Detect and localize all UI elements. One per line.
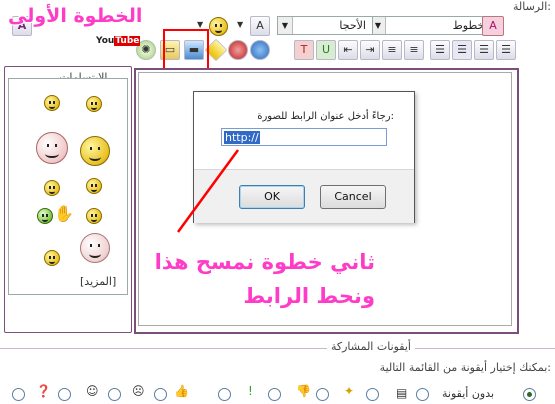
dialog-prompt: رجاءً أدخل عنوان الرابط للصورة: — [257, 111, 394, 122]
icon-radio[interactable] — [218, 388, 231, 401]
hand-icon[interactable]: ✋ — [54, 204, 74, 223]
emoticon-icon[interactable]: A — [482, 16, 504, 36]
chevron-down-icon[interactable]: ▼ — [237, 20, 243, 29]
sad-face-icon: ☹ — [132, 384, 145, 398]
thumbs-down-icon: 👎 — [296, 384, 311, 398]
youtube-icon[interactable]: YouTube — [96, 36, 141, 46]
icon-radio[interactable] — [366, 388, 379, 401]
thumbs-up-icon: 👍 — [174, 384, 189, 398]
section-divider — [0, 348, 555, 349]
icon-radio[interactable] — [12, 388, 25, 401]
unordered-list-icon[interactable]: ≡ — [382, 40, 402, 60]
size-select[interactable]: ▼ الأحجا — [277, 16, 373, 35]
ordered-list-icon[interactable]: ≡ — [404, 40, 424, 60]
align-center-icon[interactable]: ☰ — [474, 40, 494, 60]
step-one-annotation: الخطوة الأولى — [8, 5, 143, 27]
font-select[interactable]: ▼ الخطوط — [370, 16, 498, 35]
icon-radio[interactable] — [268, 388, 281, 401]
icon-radio[interactable] — [58, 388, 71, 401]
big-smiley-icon[interactable] — [80, 136, 110, 166]
icon-radio[interactable] — [154, 388, 167, 401]
smile-face-icon: ☺ — [86, 384, 99, 398]
globe-icon[interactable] — [250, 40, 270, 60]
more-smilies-link[interactable]: [المزيد] — [80, 275, 116, 288]
font-color-icon[interactable]: A — [250, 16, 270, 36]
chevron-down-icon: ▼ — [278, 17, 293, 34]
outdent-icon[interactable]: ⇤ — [338, 40, 358, 60]
post-icons-description: بمكنك إختيار أيقونة من القائمة التالية: — [379, 361, 551, 374]
annotation-arrow — [176, 149, 240, 233]
smilies-box — [8, 78, 128, 295]
love-smiley-icon[interactable] — [36, 132, 68, 164]
justify-icon[interactable]: ☰ — [430, 40, 450, 60]
smiley-icon[interactable] — [209, 17, 228, 36]
lightbulb-icon: ✦ — [344, 384, 355, 398]
align-left-icon[interactable]: ☰ — [452, 40, 472, 60]
document-icon: ▤ — [396, 386, 408, 400]
smiley-icon[interactable] — [86, 208, 102, 224]
icon-radio[interactable] — [316, 388, 329, 401]
step-two-annotation: ثاني خطوة نمسح هذا ونحط الرابط — [154, 250, 375, 308]
no-icon-radio[interactable] — [523, 388, 536, 401]
email-icon[interactable] — [228, 40, 248, 60]
icon-radio[interactable] — [108, 388, 121, 401]
post-icons-legend: أيقونات المشاركة — [326, 340, 415, 353]
cancel-button[interactable]: Cancel — [320, 185, 386, 209]
align-right-icon[interactable]: ☰ — [496, 40, 516, 60]
smiley-icon[interactable] — [44, 95, 60, 111]
toolbar-row-2: ☰ ☰ ☰ ☰ ≡ ≡ ⇥ ⇤ U T ▬ ▭ ✺ YouTube — [12, 36, 517, 62]
exclamation-icon: ! — [248, 384, 253, 398]
blush-smiley-icon[interactable] — [80, 233, 110, 263]
icon-radio[interactable] — [416, 388, 429, 401]
no-icon-label: بدون أيقونة — [442, 387, 495, 400]
smiley-icon[interactable] — [44, 250, 60, 266]
message-label: الرسالة: — [512, 0, 551, 13]
smiley-icon[interactable] — [44, 180, 60, 196]
question-icon: ❓ — [36, 384, 51, 398]
size-select-value: الأحجا — [339, 19, 366, 32]
green-smiley-icon[interactable] — [37, 208, 53, 224]
chevron-down-icon: ▼ — [371, 17, 386, 34]
indent-icon[interactable]: ⇥ — [360, 40, 380, 60]
highlight-box — [163, 29, 209, 71]
web-link-icon[interactable]: U — [316, 40, 336, 60]
chevron-down-icon[interactable]: ▼ — [197, 20, 203, 29]
smiley-icon[interactable] — [86, 178, 102, 194]
email-link-icon[interactable]: T — [294, 40, 314, 60]
smiley-icon[interactable] — [86, 96, 102, 112]
